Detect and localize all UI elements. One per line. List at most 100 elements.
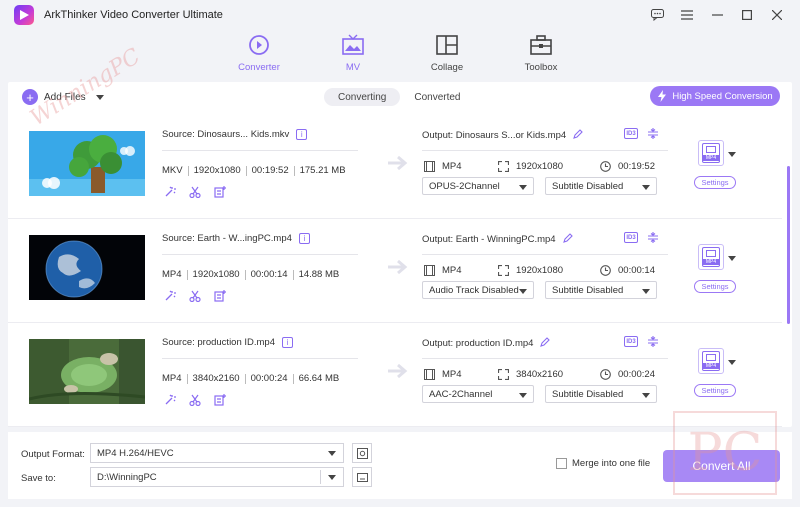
tab-converting[interactable]: Converting	[324, 88, 401, 106]
settings-button[interactable]: Settings	[694, 384, 736, 397]
status-tabs: Converting Converted	[324, 88, 475, 106]
format-settings-icon	[356, 447, 368, 459]
id3-tag-icon[interactable]: ID3	[624, 336, 638, 347]
rename-icon[interactable]	[562, 233, 573, 246]
output-actions: ID3	[624, 232, 658, 243]
window-controls	[642, 4, 792, 26]
source-label: Source: production ID.mp4	[162, 337, 276, 348]
feedback-icon[interactable]	[642, 4, 672, 26]
settings-button[interactable]: Settings	[694, 280, 736, 293]
output-label: Output: Earth - WinningPC.mp4	[422, 234, 556, 245]
id3-tag-icon[interactable]: ID3	[624, 128, 638, 139]
output-resolution-value: 1920x1080	[516, 265, 564, 276]
audio-track-value: Audio Track Disabled	[429, 284, 519, 296]
edit-tools	[164, 186, 226, 198]
id3-tag-icon[interactable]: ID3	[624, 232, 638, 243]
source-resolution: 3840x2160	[192, 373, 240, 384]
open-folder-button[interactable]	[352, 467, 372, 487]
tab-converter-label: Converter	[238, 62, 280, 73]
output-resolution-value: 3840x2160	[516, 369, 564, 380]
format-settings-button[interactable]	[352, 443, 372, 463]
subtitle-select[interactable]: Subtitle Disabled	[545, 281, 657, 299]
tab-converter[interactable]: Converter	[224, 34, 294, 73]
rename-icon[interactable]	[540, 337, 551, 350]
output-filename: Output: Earth - WinningPC.mp4	[422, 233, 573, 246]
video-thumbnail[interactable]	[29, 339, 145, 404]
audio-track-select[interactable]: Audio Track Disabled	[422, 281, 534, 299]
video-thumbnail[interactable]	[29, 235, 145, 300]
chevron-down-icon[interactable]	[728, 256, 736, 261]
enhance-icon[interactable]	[164, 394, 176, 406]
chevron-down-icon	[519, 393, 527, 398]
output-format-select[interactable]: MP4 H.264/HEVC	[90, 443, 344, 463]
arrow-right-icon	[388, 363, 408, 379]
minimize-icon[interactable]	[702, 4, 732, 26]
chevron-down-icon[interactable]	[728, 152, 736, 157]
collage-icon	[436, 35, 458, 55]
tab-mv[interactable]: MV	[318, 34, 388, 73]
output-resolution: 1920x1080	[498, 265, 563, 276]
source-filename: Source: production ID.mp4 i	[162, 337, 294, 348]
tab-toolbox[interactable]: Toolbox	[506, 34, 576, 73]
source-size: 14.88 MB	[298, 269, 340, 280]
chevron-down-icon[interactable]	[95, 94, 104, 100]
info-icon[interactable]: i	[296, 129, 308, 140]
source-size: 66.64 MB	[298, 373, 340, 384]
add-files-button[interactable]: + Add Files	[22, 89, 104, 105]
file-row: Source: production ID.mp4 i MP4 3840x216…	[8, 323, 782, 427]
merge-label: Merge into one file	[572, 458, 651, 469]
enhance-icon[interactable]	[164, 290, 176, 302]
output-format-button[interactable]: MP4	[698, 140, 724, 166]
high-speed-conversion-button[interactable]: High Speed Conversion	[650, 86, 780, 106]
tab-converted[interactable]: Converted	[400, 88, 474, 106]
compress-icon[interactable]	[648, 336, 658, 347]
clock-icon	[600, 161, 611, 172]
rename-icon[interactable]	[573, 129, 583, 142]
video-thumbnail[interactable]	[29, 131, 145, 196]
convert-all-button[interactable]: Convert All	[663, 450, 780, 482]
compress-icon[interactable]	[648, 128, 658, 139]
maximize-icon[interactable]	[732, 4, 762, 26]
settings-button[interactable]: Settings	[694, 176, 736, 189]
edit-subtitle-icon[interactable]	[214, 290, 226, 302]
cut-icon[interactable]	[189, 394, 201, 406]
subtitle-select[interactable]: Subtitle Disabled	[545, 385, 657, 403]
edit-subtitle-icon[interactable]	[214, 186, 226, 198]
output-format-button[interactable]: MP4	[698, 348, 724, 374]
edit-subtitle-icon[interactable]	[214, 394, 226, 406]
output-resolution: 1920x1080	[498, 161, 563, 172]
subtitle-select[interactable]: Subtitle Disabled	[545, 177, 657, 195]
output-duration: 00:19:52	[600, 161, 655, 172]
close-icon[interactable]	[762, 4, 792, 26]
film-icon	[424, 265, 435, 276]
cut-icon[interactable]	[189, 186, 201, 198]
merge-checkbox[interactable]	[556, 458, 567, 469]
cut-icon[interactable]	[189, 290, 201, 302]
info-icon[interactable]: i	[282, 337, 294, 348]
main-nav: Converter MV Collage Toolbox	[0, 30, 800, 80]
audio-track-select[interactable]: OPUS-2Channel	[422, 177, 534, 195]
tab-collage[interactable]: Collage	[412, 34, 482, 73]
menu-icon[interactable]	[672, 4, 702, 26]
audio-track-value: AAC-2Channel	[429, 388, 493, 400]
info-icon[interactable]: i	[298, 233, 310, 244]
output-format-value: MP4	[442, 161, 462, 172]
enhance-icon[interactable]	[164, 186, 176, 198]
merge-option[interactable]: Merge into one file	[556, 458, 650, 469]
scrollbar[interactable]	[787, 166, 790, 324]
clock-icon	[600, 369, 611, 380]
high-speed-label: High Speed Conversion	[672, 90, 773, 102]
output-filename: Output: production ID.mp4	[422, 337, 551, 350]
compress-icon[interactable]	[648, 232, 658, 243]
source-meta: MP4 1920x1080 00:00:14 14.88 MB	[162, 269, 339, 280]
output-duration-value: 00:00:24	[618, 369, 655, 380]
audio-track-select[interactable]: AAC-2Channel	[422, 385, 534, 403]
divider	[422, 254, 668, 255]
chevron-down-icon	[519, 289, 527, 294]
tab-collage-label: Collage	[430, 62, 464, 73]
source-label: Source: Dinosaurs... Kids.mkv	[162, 129, 290, 140]
chevron-down-icon[interactable]	[728, 360, 736, 365]
mp4-format-icon: MP4	[702, 143, 720, 163]
save-to-select[interactable]: D:\WinningPC	[90, 467, 344, 487]
output-format-button[interactable]: MP4	[698, 244, 724, 270]
